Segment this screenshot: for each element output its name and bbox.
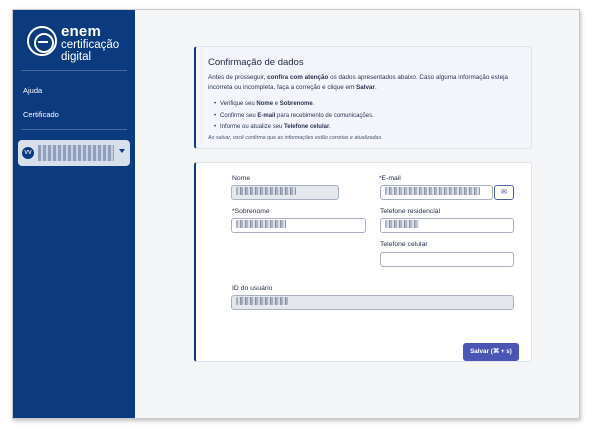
sobrenome-field[interactable] bbox=[231, 218, 366, 233]
avatar: VV bbox=[22, 147, 34, 159]
email-field[interactable] bbox=[380, 185, 493, 200]
chevron-down-icon[interactable] bbox=[119, 149, 125, 153]
save-button[interactable]: Salvar (⌘ + s) bbox=[463, 343, 519, 361]
user-menu[interactable]: VV bbox=[18, 140, 130, 166]
user-data-form: Nome *E-mail ✉ *Sobrenome Telefone resid… bbox=[194, 162, 532, 362]
nome-label: Nome bbox=[232, 175, 251, 182]
redacted-value bbox=[385, 220, 419, 229]
info-checklist: Verifique seu Nome e Sobrenome. Confirme… bbox=[214, 99, 374, 134]
info-note: Ao salvar, você confirma que as informaç… bbox=[208, 135, 383, 141]
main-content: Confirmação de dados Antes de prosseguir… bbox=[135, 10, 579, 418]
sobrenome-label: *Sobrenome bbox=[232, 208, 270, 215]
info-intro: Antes de prosseguir, confira com atenção… bbox=[208, 74, 508, 91]
enem-logo-icon bbox=[27, 26, 57, 56]
brand-line-1: enem bbox=[61, 23, 101, 40]
redacted-value bbox=[236, 220, 286, 229]
redacted-value bbox=[385, 187, 480, 196]
enem-logo[interactable]: enem certificação digital bbox=[27, 24, 127, 66]
user-name-redacted bbox=[38, 145, 114, 161]
telefone-residencial-label: Telefone residencial bbox=[380, 208, 441, 215]
nome-field[interactable] bbox=[231, 185, 339, 200]
telefone-celular-field[interactable] bbox=[380, 252, 514, 267]
confirmation-info-panel: Confirmação de dados Antes de prosseguir… bbox=[194, 46, 532, 149]
sidebar-divider bbox=[21, 70, 127, 71]
email-label: *E-mail bbox=[379, 175, 401, 182]
redacted-value bbox=[236, 297, 288, 306]
brand-line-2: certificação bbox=[61, 39, 120, 51]
id-usuario-field[interactable] bbox=[231, 295, 514, 310]
list-item: Confirme seu E-mail para recebimento de … bbox=[214, 111, 374, 123]
list-item: Verifique seu Nome e Sobrenome. bbox=[214, 99, 374, 111]
sidebar-item-certificado[interactable]: Certificado bbox=[23, 110, 59, 119]
email-icon[interactable]: ✉ bbox=[494, 185, 514, 200]
telefone-celular-label: Telefone celular bbox=[380, 241, 428, 248]
list-item: Informe ou atualize seu Telefone celular… bbox=[214, 122, 374, 134]
page-title: Confirmação de dados bbox=[208, 57, 304, 68]
brand-line-3: digital bbox=[61, 50, 92, 63]
sidebar-item-ajuda[interactable]: Ajuda bbox=[23, 86, 42, 95]
id-usuario-label: ID do usuário bbox=[232, 285, 273, 292]
telefone-residencial-field[interactable] bbox=[380, 218, 514, 233]
sidebar: enem certificação digital Ajuda Certific… bbox=[13, 10, 135, 418]
sidebar-divider bbox=[21, 129, 127, 130]
app-window: enem certificação digital Ajuda Certific… bbox=[12, 9, 580, 419]
redacted-value bbox=[236, 187, 296, 196]
